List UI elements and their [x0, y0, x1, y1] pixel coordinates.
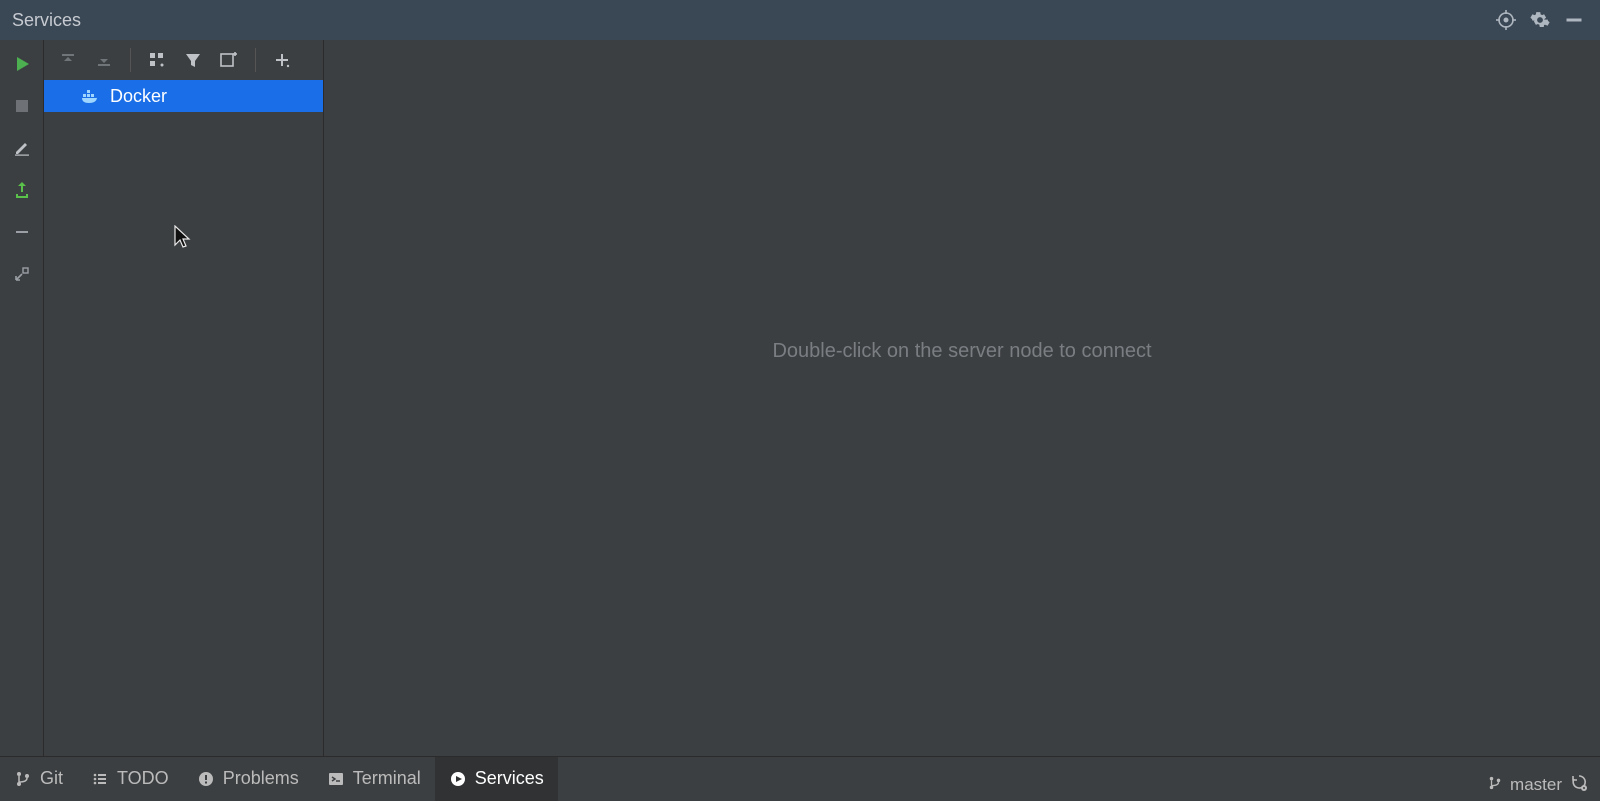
tree-toolbar [44, 40, 323, 80]
vcs-branch-widget[interactable]: master [1476, 770, 1600, 800]
expand-window-icon[interactable] [8, 260, 36, 288]
expand-all-icon[interactable] [52, 44, 84, 76]
tab-terminal[interactable]: Terminal [313, 757, 435, 801]
play-circle-icon [449, 770, 467, 788]
add-service-icon[interactable] [266, 44, 298, 76]
branch-icon [14, 770, 32, 788]
tab-problems[interactable]: Problems [183, 757, 313, 801]
branch-name: master [1510, 775, 1562, 795]
deploy-icon[interactable] [8, 176, 36, 204]
tab-todo[interactable]: TODO [77, 757, 183, 801]
tab-label: Services [475, 768, 544, 789]
branch-icon [1488, 775, 1502, 795]
terminal-icon [327, 770, 345, 788]
tab-label: Problems [223, 768, 299, 789]
tab-label: Git [40, 768, 63, 789]
edit-icon[interactable] [8, 134, 36, 162]
target-icon[interactable] [1492, 6, 1520, 34]
tab-label: TODO [117, 768, 169, 789]
gear-icon[interactable] [1526, 6, 1554, 34]
services-panel-header: Services [0, 0, 1600, 40]
group-by-icon[interactable] [141, 44, 173, 76]
tree-item-docker[interactable]: Docker [44, 80, 323, 112]
tab-services[interactable]: Services [435, 757, 558, 801]
panel-title: Services [12, 10, 81, 31]
docker-icon [80, 86, 100, 106]
collapse-all-icon[interactable] [88, 44, 120, 76]
services-tree: Docker [44, 40, 324, 756]
detail-hint: Double-click on the server node to conne… [772, 340, 1151, 363]
list-icon [91, 770, 109, 788]
warning-icon [197, 770, 215, 788]
collapse-icon[interactable] [8, 218, 36, 246]
hide-icon[interactable] [1560, 6, 1588, 34]
tab-label: Terminal [353, 768, 421, 789]
detail-pane: Double-click on the server node to conne… [324, 40, 1600, 756]
sync-settings-icon[interactable] [1570, 774, 1588, 797]
open-new-tab-icon[interactable] [213, 44, 245, 76]
status-bar: Git TODO Problems Terminal Services Even… [0, 756, 1600, 800]
tree-item-label: Docker [110, 86, 167, 107]
run-icon[interactable] [8, 50, 36, 78]
filter-icon[interactable] [177, 44, 209, 76]
tab-git[interactable]: Git [0, 757, 77, 801]
services-gutter [0, 40, 44, 756]
stop-icon[interactable] [8, 92, 36, 120]
